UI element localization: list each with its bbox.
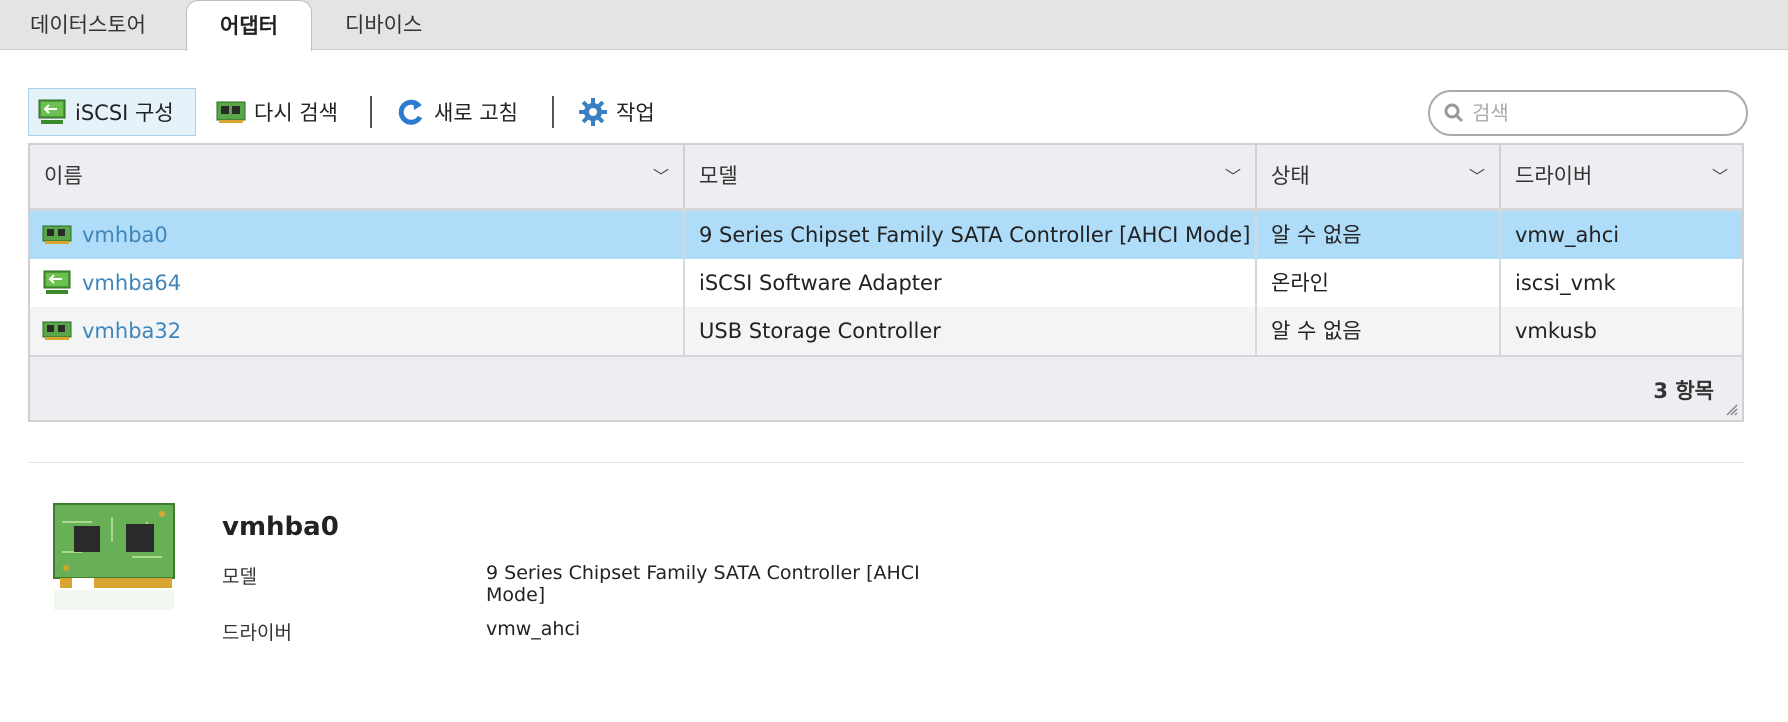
refresh-icon [398,99,423,125]
refresh-label: 새로 고침 [434,101,518,125]
search-box[interactable] [1428,90,1748,136]
tab-bar: 데이터스토어 어댑터 디바이스 [0,0,1788,51]
table-cell-name: vmhba32 [30,307,685,355]
tab-devices[interactable]: 디바이스 [345,0,422,50]
table-cell-model: iSCSI Software Adapter [685,259,1257,307]
adapters-grid: 이름 ﹀ 모델 ﹀ 상태 ﹀ 드라이버 ﹀ vmhba0 9 Series Chipse… [28,143,1744,422]
toolbar: iSCSI 구성 다시 검색 새로 고침 작업 [28,88,1748,136]
rescan-button[interactable]: 다시 검색 [216,88,338,136]
pci-card-icon [53,503,175,610]
table-cell-model: 9 Series Chipset Family SATA Controller … [685,211,1257,259]
detail-driver-label: 드라이버 [222,622,292,644]
column-header-name[interactable]: 이름 ﹀ [30,145,685,208]
table-cell-driver: vmkusb [1515,319,1597,343]
grid-header: 이름 ﹀ 모델 ﹀ 상태 ﹀ 드라이버 ﹀ [30,145,1742,211]
gear-icon [579,98,607,126]
section-divider [28,462,1744,463]
table-cell-driver: iscsi_vmk [1515,271,1616,295]
iscsi-config-button[interactable]: iSCSI 구성 [28,88,196,136]
table-row[interactable]: vmhba32 USB Storage Controller 알 수 없음 vm… [30,307,1742,355]
refresh-button[interactable]: 새로 고침 [396,88,518,136]
column-header-driver[interactable]: 드라이버 ﹀ [1501,145,1742,208]
tab-adapters[interactable]: 어댑터 [186,0,312,51]
iscsi-adapter-icon [38,99,66,124]
resize-grip-icon[interactable] [1724,402,1738,416]
adapter-name-link[interactable]: vmhba32 [82,307,181,355]
table-cell-status: 알 수 없음 [1257,307,1501,355]
table-cell-name: vmhba0 [30,211,685,259]
chevron-down-icon[interactable]: ﹀ [1469,145,1485,208]
search-icon [1444,103,1464,123]
detail-title: vmhba0 [222,512,339,542]
grid-footer: 3 항목 [30,355,1742,420]
toolbar-separator [552,96,554,128]
column-header-status[interactable]: 상태 ﹀ [1257,145,1501,208]
column-header-model[interactable]: 모델 ﹀ [685,145,1257,208]
adapter-name-link[interactable]: vmhba64 [82,259,181,307]
detail-model-label: 모델 [222,566,257,588]
actions-label: 작업 [616,101,655,125]
item-count: 3 항목 [1653,379,1714,403]
iscsi-adapter-icon [43,270,71,294]
tab-datastores[interactable]: 데이터스토어 [30,0,146,50]
adapter-name-link[interactable]: vmhba0 [82,211,168,259]
actions-button[interactable]: 작업 [578,88,655,136]
chevron-down-icon[interactable]: ﹀ [653,145,669,208]
pci-card-icon [42,225,72,244]
pci-card-icon [42,321,72,340]
chevron-down-icon[interactable]: ﹀ [1712,145,1728,208]
toolbar-separator [370,96,372,128]
table-row[interactable]: vmhba0 9 Series Chipset Family SATA Cont… [30,211,1742,259]
pci-card-icon [216,101,246,123]
detail-model-value: 9 Series Chipset Family SATA Controller … [486,562,920,606]
detail-driver-value: vmw_ahci [486,618,581,640]
search-input[interactable] [1472,101,1722,125]
table-cell-driver: vmw_ahci [1515,223,1620,247]
rescan-label: 다시 검색 [254,101,338,125]
chevron-down-icon[interactable]: ﹀ [1225,145,1241,208]
table-cell-status: 알 수 없음 [1257,211,1501,259]
table-cell-name: vmhba64 [30,259,685,307]
table-cell-model: USB Storage Controller [685,307,1257,355]
iscsi-config-label: iSCSI 구성 [75,101,174,125]
table-cell-status: 온라인 [1257,259,1501,307]
table-row[interactable]: vmhba64 iSCSI Software Adapter 온라인 iscsi… [30,259,1742,307]
